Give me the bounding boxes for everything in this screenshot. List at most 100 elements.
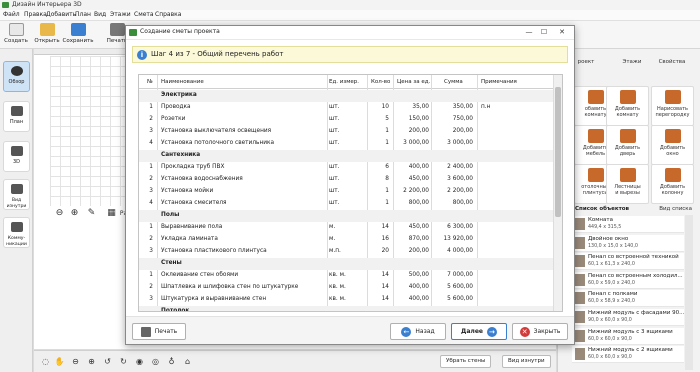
minimize-icon[interactable]: — bbox=[521, 27, 537, 38]
menu-file[interactable]: Файл bbox=[3, 11, 20, 18]
objects-scrollbar[interactable] bbox=[685, 215, 693, 370]
tile-add-column[interactable]: Добавить колонну bbox=[651, 164, 694, 204]
table-row[interactable]: 2 Установка водоснабжения шт. 8 450,00 3 600,… bbox=[139, 174, 553, 186]
table-row[interactable]: 2 Укладка ламината м. 16 870,00 13 920,00 bbox=[139, 234, 553, 246]
menu-edit[interactable]: Правка bbox=[24, 11, 47, 18]
table-row[interactable]: 1 Проводка шт. 10 35,00 350,00 п.н bbox=[139, 102, 553, 114]
zoom-in-icon[interactable]: ⊕ bbox=[69, 208, 80, 219]
tilt-icon[interactable]: ◉ bbox=[134, 356, 145, 367]
tile-add-door[interactable]: Добавить дверь bbox=[606, 125, 649, 165]
object-list-item[interactable]: Нижний модуль с 2 ящиками 60,0 x 60,0 x 9… bbox=[572, 346, 684, 364]
table-row[interactable]: 3 Установка мойки шт. 1 2 200,00 2 200,00 bbox=[139, 186, 553, 198]
menu-help[interactable]: Справка bbox=[155, 11, 181, 18]
object-list-item[interactable]: Пенал с полками 60,0 x 58,9 x 240,0 bbox=[572, 290, 684, 308]
table-row[interactable]: 2 Розетки шт. 5 150,00 750,00 bbox=[139, 114, 553, 126]
table-group-row[interactable]: Электрика bbox=[139, 90, 553, 102]
col-number[interactable]: № bbox=[147, 79, 153, 85]
print-dialog-button[interactable]: Печать bbox=[132, 323, 186, 340]
inside-view-button[interactable]: Вид изнутри bbox=[502, 355, 551, 368]
object-list-item[interactable]: Нижний модуль с 3 ящиками 60,0 x 60,0 x 9… bbox=[572, 327, 684, 345]
table-group-row[interactable]: Стены bbox=[139, 258, 553, 270]
objects-view-button[interactable]: Вид списка bbox=[659, 206, 692, 212]
object-list-item[interactable]: Комната 449,4 x 315,5 bbox=[572, 216, 684, 233]
row-name: Установка пластикового плинтуса bbox=[161, 248, 267, 254]
nav-overview[interactable]: Обзор bbox=[3, 61, 30, 92]
object-list-item[interactable]: Двойное окно 130,0 x 15,0 x 140,0 bbox=[572, 234, 684, 252]
table-row[interactable]: 4 Установка потолочного светильника шт. 1 3 … bbox=[139, 138, 553, 150]
col-qty[interactable]: Кол-во bbox=[371, 79, 390, 85]
nav-3d[interactable]: 3D bbox=[3, 141, 30, 172]
next-button[interactable]: Далее → bbox=[451, 323, 507, 340]
open-button[interactable]: Открыть bbox=[32, 22, 62, 48]
table-group-row[interactable]: Потолок bbox=[139, 306, 553, 311]
object-list-item[interactable]: Пенал со встроенным холодил... 60,0 x 59,… bbox=[572, 271, 684, 289]
tile-stairs[interactable]: Лестницы и вырезы bbox=[606, 164, 649, 204]
pointer-icon[interactable]: ◌ bbox=[40, 356, 51, 367]
table-scroll-thumb[interactable] bbox=[555, 87, 561, 217]
plan-icon bbox=[10, 106, 23, 116]
close-button[interactable]: ✕ Закрыть bbox=[512, 323, 568, 340]
stairs-icon bbox=[619, 168, 636, 182]
hand-icon[interactable]: ✋ bbox=[54, 356, 65, 367]
nav-inside-view[interactable]: Вид изнутри bbox=[3, 179, 30, 210]
lamp-icon[interactable]: ♁ bbox=[166, 356, 177, 367]
menu-view[interactable]: Вид bbox=[94, 11, 106, 18]
menu-estimate[interactable]: Смета bbox=[134, 11, 154, 18]
close-icon[interactable]: ✕ bbox=[554, 27, 570, 38]
step-text: Шаг 4 из 7 - Общий перечень работ bbox=[151, 50, 284, 58]
create-button[interactable]: Создать bbox=[1, 22, 31, 48]
tile-add-room-2[interactable]: Добавить комнату bbox=[606, 86, 649, 126]
orbit-icon[interactable]: ◎ bbox=[150, 356, 161, 367]
grid-icon[interactable]: ▦ bbox=[106, 208, 117, 219]
menu-add[interactable]: Добавить bbox=[46, 11, 76, 18]
table-row[interactable]: 1 Прокладка труб ПВХ шт. 6 400,00 2 400,00 bbox=[139, 162, 553, 174]
rotate-left-icon[interactable]: ↺ bbox=[102, 356, 113, 367]
tile-add-window[interactable]: Добавить окно bbox=[651, 125, 694, 165]
row-unit: кв. м. bbox=[329, 272, 346, 278]
zoom-out-3d-icon[interactable]: ⊖ bbox=[70, 356, 81, 367]
row-price: 150,00 bbox=[408, 116, 429, 122]
table-row[interactable]: 3 Установка пластикового плинтуса м.п. 20 20… bbox=[139, 246, 553, 258]
table-row[interactable]: 2 Шпатлевка и шлифовка стен по штукатурке… bbox=[139, 282, 553, 294]
plan-grid[interactable] bbox=[50, 56, 130, 206]
row-name: Установка выключателя освещения bbox=[161, 128, 272, 134]
table-row[interactable]: 3 Установка выключателя освещения шт. 1 200,… bbox=[139, 126, 553, 138]
table-row[interactable]: 1 Выравнивание пола м. 14 450,00 6 300,00 bbox=[139, 222, 553, 234]
row-name: Выравнивание пола bbox=[161, 224, 223, 230]
home-icon[interactable]: ⌂ bbox=[182, 356, 193, 367]
object-list-item[interactable]: Нижний модуль с фасадами 90... 90,0 x 60,… bbox=[572, 309, 684, 326]
table-group-row[interactable]: Сантехника bbox=[139, 150, 553, 162]
table-row[interactable]: 1 Оклеивание стен обоями кв. м. 14 500,00 7 0… bbox=[139, 270, 553, 282]
tab-properties[interactable]: Свойства bbox=[652, 56, 692, 69]
save-button[interactable]: Сохранить bbox=[60, 22, 96, 48]
back-button[interactable]: ← Назад bbox=[390, 323, 446, 340]
col-name[interactable]: Наименование bbox=[161, 79, 204, 85]
tab-floors[interactable]: Этажи bbox=[612, 56, 652, 69]
maximize-icon[interactable]: ☐ bbox=[536, 27, 552, 38]
col-notes[interactable]: Примечания bbox=[481, 79, 517, 85]
table-row[interactable]: 3 Штукатурка и выравнивание стен кв. м. 14 4… bbox=[139, 294, 553, 306]
info-icon: i bbox=[137, 50, 147, 60]
measure-icon[interactable]: ✎ bbox=[86, 208, 97, 219]
hide-walls-button[interactable]: Убрать стены bbox=[440, 355, 492, 368]
table-scrollbar[interactable] bbox=[553, 75, 562, 311]
menu-floors[interactable]: Этажи bbox=[110, 11, 131, 18]
col-sum[interactable]: Сумма bbox=[444, 79, 463, 85]
tile-draw-partition[interactable]: Нарисовать перегородку bbox=[651, 86, 694, 126]
zoom-in-3d-icon[interactable]: ⊕ bbox=[86, 356, 97, 367]
nav-plan[interactable]: План bbox=[3, 101, 30, 132]
zoom-out-icon[interactable]: ⊖ bbox=[54, 208, 65, 219]
col-unit[interactable]: Ед. измер. bbox=[329, 79, 359, 85]
rotate-right-icon[interactable]: ↻ bbox=[118, 356, 129, 367]
row-unit: шт. bbox=[329, 164, 340, 170]
row-name: Шпатлевка и шлифовка стен по штукатурке bbox=[161, 284, 299, 290]
nav-communications[interactable]: Комму- никации bbox=[3, 217, 30, 248]
tab-project[interactable]: роект bbox=[575, 56, 597, 69]
row-unit: шт. bbox=[329, 188, 340, 194]
col-price[interactable]: Цена за ед. bbox=[397, 79, 430, 85]
object-list-item[interactable]: Пенал со встроенной техникой 60,1 x 61,3 … bbox=[572, 253, 684, 271]
menu-plan[interactable]: План bbox=[75, 11, 91, 18]
table-group-row[interactable]: Полы bbox=[139, 210, 553, 222]
row-qty: 10 bbox=[381, 104, 389, 110]
table-row[interactable]: 4 Установка смесителя шт. 1 800,00 800,00 bbox=[139, 198, 553, 210]
